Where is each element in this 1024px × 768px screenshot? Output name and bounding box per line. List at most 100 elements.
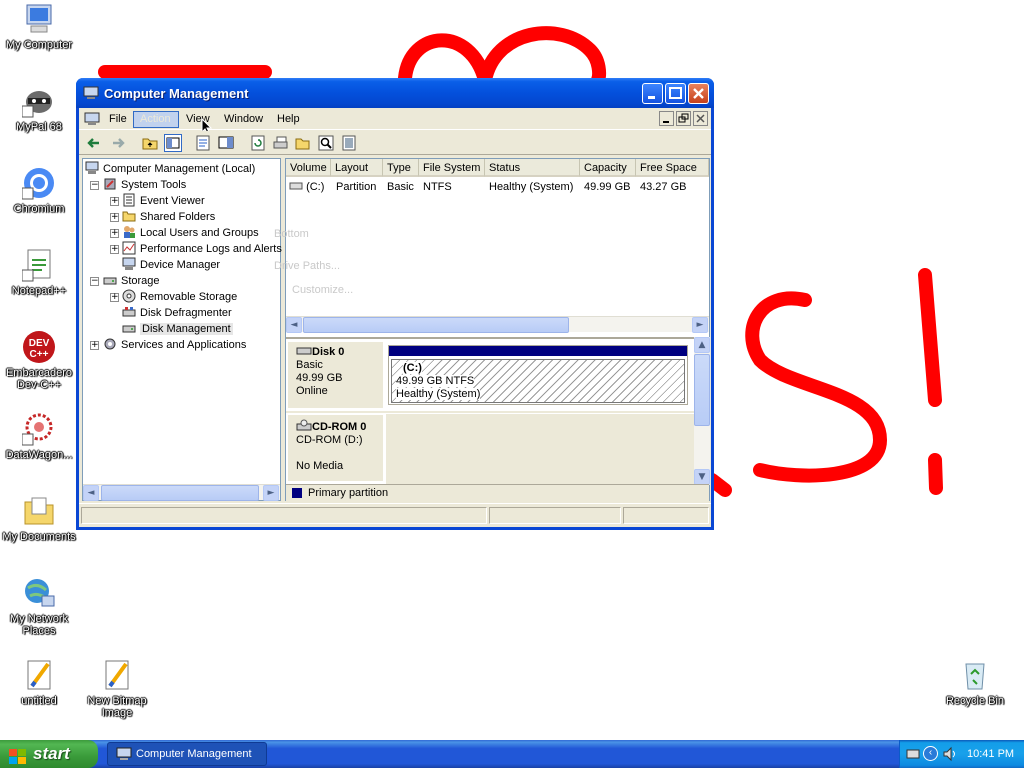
scroll-right-button[interactable]: ► (692, 317, 708, 333)
tree-item-shared-folders[interactable]: Shared Folders (122, 209, 215, 225)
desktop-icon-chromium[interactable]: Chromium (0, 166, 78, 215)
maximize-icon (669, 87, 682, 99)
show-hidden-icons-button[interactable]: ‹ (923, 746, 938, 761)
menu-bar: File Action View Window Help (79, 108, 711, 136)
primary-partition-bar (389, 346, 687, 356)
close-icon (693, 88, 704, 99)
properties-button[interactable] (194, 134, 212, 152)
properties-icon (196, 135, 210, 151)
collapse-system-tools[interactable]: − (90, 181, 99, 190)
search-icon (318, 135, 334, 151)
connect-button[interactable] (272, 134, 290, 152)
maximize-button[interactable] (665, 83, 686, 104)
minimize-button[interactable] (642, 83, 663, 104)
my-documents-icon (22, 494, 56, 528)
notepad-plus-plus-icon (21, 248, 56, 282)
title-bar[interactable]: Computer Management (76, 78, 714, 108)
desktop-icon-datawagon[interactable]: DataWagon... (0, 412, 78, 461)
scroll-left-button[interactable]: ◄ (83, 485, 99, 501)
tree-item-device-manager[interactable]: Device Manager (122, 257, 220, 273)
menu-window[interactable]: Window (218, 111, 269, 128)
tree-item-event-viewer[interactable]: Event Viewer (122, 193, 205, 209)
tree-horizontal-scrollbar[interactable]: ◄ ► (83, 484, 280, 501)
type-cell: Basic (387, 181, 414, 193)
scrollbar-thumb[interactable] (101, 485, 259, 501)
expand-shared-folders[interactable]: + (110, 213, 119, 222)
desktop-icon-my-documents[interactable]: My Documents (0, 494, 78, 543)
scroll-left-button[interactable]: ◄ (286, 317, 302, 333)
desktop-icon-new-bitmap[interactable]: New Bitmap Image (78, 658, 156, 719)
menu-action[interactable]: Action (133, 111, 179, 128)
desktop-icon-network-places[interactable]: My Network Places (0, 576, 78, 637)
scroll-right-button[interactable]: ► (263, 485, 279, 501)
desktop-icon-untitled[interactable]: untitled (0, 658, 78, 707)
open-button[interactable] (294, 134, 312, 152)
removable-storage-icon (122, 289, 136, 303)
svg-text:C++: C++ (30, 349, 49, 360)
tree-item-disk-defragmenter[interactable]: Disk Defragmenter (122, 305, 232, 321)
refresh-button[interactable] (249, 134, 267, 152)
disk-0-partition-c[interactable]: (C:) 49.99 GB NTFS Healthy (System) (388, 345, 688, 405)
scrollbar-thumb[interactable] (694, 354, 710, 426)
tree-item-disk-management[interactable]: Disk Management (122, 321, 233, 337)
disk-divider (286, 411, 694, 413)
scroll-down-button[interactable]: ▼ (694, 469, 710, 485)
paint-bitmap-icon (100, 658, 134, 692)
forward-button[interactable] (109, 134, 127, 152)
volume-icon[interactable] (942, 746, 958, 762)
tree-item-root[interactable]: Computer Management (Local) (85, 161, 255, 177)
capacity-cell: 49.99 GB (584, 181, 631, 193)
expand-removable-storage[interactable]: + (110, 293, 119, 302)
disk-0-label[interactable]: Disk 0 Basic 49.99 GB Online (287, 341, 384, 409)
search-button[interactable] (317, 134, 335, 152)
back-arrow-icon (87, 138, 99, 148)
event-viewer-icon (122, 193, 136, 207)
volume-row-c[interactable]: (C:) Partition Basic NTFS Healthy (Syste… (286, 159, 709, 199)
expand-perf-logs[interactable]: + (110, 245, 119, 254)
mmc-app-icon[interactable] (84, 111, 100, 127)
cdrom-0-title: CD-ROM 0 (296, 419, 375, 434)
tree-item-perf-logs[interactable]: Performance Logs and Alerts (122, 241, 282, 257)
tree-item-removable-storage[interactable]: Removable Storage (122, 289, 237, 305)
start-button[interactable]: start (0, 740, 98, 768)
back-button[interactable] (85, 134, 103, 152)
mdi-minimize-button[interactable] (659, 111, 674, 126)
expand-services[interactable]: + (90, 341, 99, 350)
cdrom-0-label[interactable]: CD-ROM 0 CD-ROM (D:) No Media (287, 414, 384, 482)
expand-local-users[interactable]: + (110, 229, 119, 238)
expand-event-viewer[interactable]: + (110, 197, 119, 206)
status-cell: Healthy (System) (489, 181, 574, 193)
help-topics-button[interactable] (340, 134, 358, 152)
desktop-icon-recycle-bin[interactable]: Recycle Bin (936, 658, 1014, 707)
system-tray: ‹ 10:41 PM (899, 740, 1024, 768)
mdi-close-button[interactable] (693, 111, 708, 126)
console-tree-icon (166, 137, 180, 149)
taskbar-button-computer-management[interactable]: Computer Management (107, 742, 267, 766)
disk-view-vertical-scrollbar[interactable]: ▲ ▼ (694, 337, 710, 485)
computer-management-window: Computer Management File Action View Win… (76, 78, 714, 530)
desktop-icon-devcpp[interactable]: DEV C++ Embarcadero Dev-C++ (0, 330, 78, 391)
tree-item-services-applications[interactable]: Services and Applications (103, 337, 246, 353)
desktop-icon-mypal[interactable]: MyPal 68 (0, 84, 78, 133)
tree-item-local-users[interactable]: Local Users and Groups (122, 225, 259, 241)
up-one-level-button[interactable] (141, 134, 159, 152)
show-hide-tree-button[interactable] (164, 134, 182, 152)
my-computer-icon (22, 2, 56, 36)
volume-list-horizontal-scrollbar[interactable]: ◄ ► (286, 316, 709, 333)
tree-item-storage[interactable]: Storage (103, 273, 160, 289)
window-title: Computer Management (104, 86, 249, 101)
mdi-restore-button[interactable] (676, 111, 691, 126)
tree-item-system-tools[interactable]: System Tools (103, 177, 186, 193)
desktop-icon-my-computer[interactable]: My Computer (0, 2, 78, 51)
shared-folder-icon (122, 209, 136, 223)
legend-bar: Primary partition (286, 484, 709, 501)
menu-help[interactable]: Help (271, 111, 306, 128)
scrollbar-thumb[interactable] (303, 317, 569, 333)
menu-file[interactable]: File (103, 111, 133, 128)
desktop-icon-notepadpp[interactable]: Notepad++ (0, 248, 78, 297)
collapse-storage[interactable]: − (90, 277, 99, 286)
show-hide-action-pane-button[interactable] (217, 134, 235, 152)
keyboard-icon[interactable] (906, 748, 920, 760)
scroll-up-button[interactable]: ▲ (694, 337, 710, 353)
close-button[interactable] (688, 83, 709, 104)
